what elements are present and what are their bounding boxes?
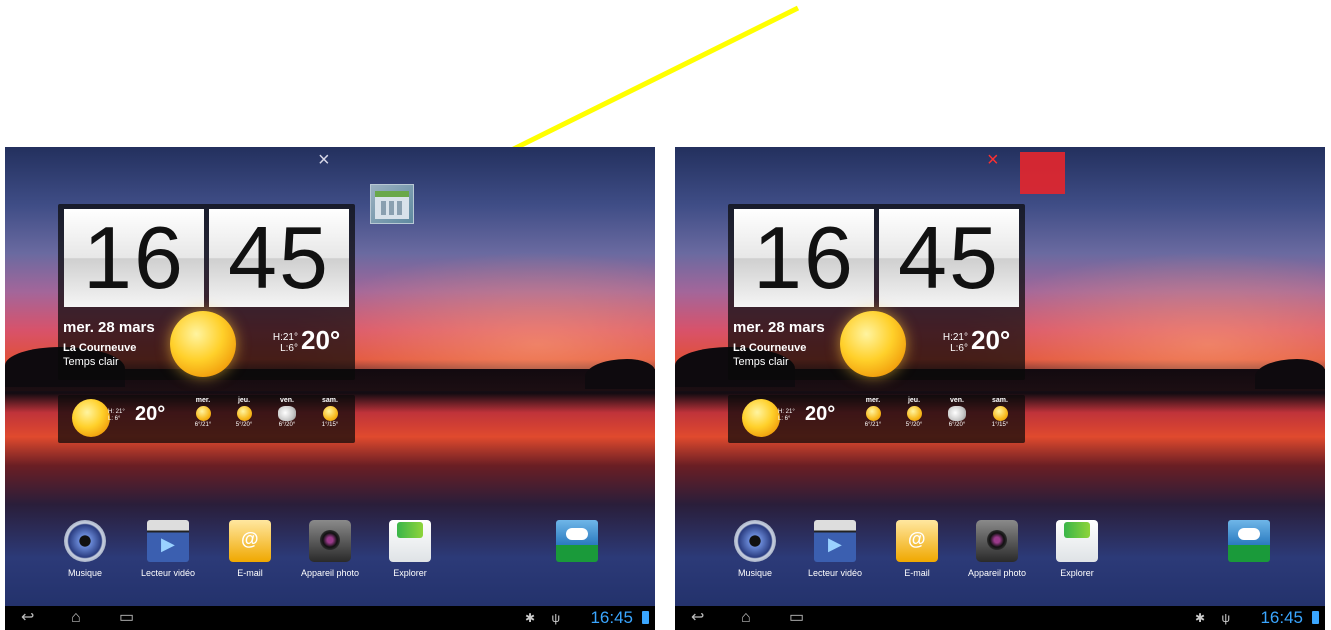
- clock-minute: 45: [879, 209, 1019, 307]
- camera-icon: [976, 520, 1018, 562]
- tablet-screen-before: × 16 45 mer. 28 mars La Courneuve Temps …: [5, 147, 655, 630]
- clock-hour: 16: [734, 209, 874, 307]
- weather-condition: Temps clair: [733, 356, 789, 368]
- back-icon[interactable]: ↩: [691, 608, 704, 628]
- remove-icon[interactable]: ×: [318, 149, 330, 171]
- android-debug-icon: ✱: [1194, 611, 1205, 625]
- recent-apps-icon[interactable]: ▭: [789, 608, 804, 628]
- home-icon[interactable]: ⌂: [741, 608, 751, 628]
- video-player-icon: [814, 520, 856, 562]
- weather-city: La Courneuve: [63, 342, 137, 354]
- video-player-icon: [147, 520, 189, 562]
- email-icon: [896, 520, 938, 562]
- weather-app-icon: [556, 520, 598, 562]
- weather-app-shortcut[interactable]: [1209, 520, 1289, 562]
- dock-app-music[interactable]: Musique: [45, 520, 125, 578]
- sun-icon: [322, 406, 338, 421]
- dock-app-video[interactable]: Lecteur vidéo: [128, 520, 208, 578]
- forecast-day: ven. 6°/20°: [278, 397, 296, 428]
- cloud-icon: [948, 406, 966, 421]
- dock-app-camera[interactable]: Appareil photo: [290, 520, 370, 578]
- weather-date: mer. 28 mars: [63, 319, 155, 336]
- recent-apps-icon[interactable]: ▭: [119, 608, 134, 628]
- back-icon[interactable]: ↩: [21, 608, 34, 628]
- clock-weather-widget[interactable]: 16 45 mer. 28 mars La Courneuve Temps cl…: [728, 204, 1025, 380]
- usb-icon: ψ: [551, 611, 560, 625]
- dragged-calendar-icon[interactable]: [370, 184, 414, 224]
- music-icon: [64, 520, 106, 562]
- dock-app-music[interactable]: Musique: [715, 520, 795, 578]
- system-navigation-bar: ↩ ⌂ ▭ ✱ ψ 16:45: [5, 606, 655, 630]
- dock-app-video[interactable]: Lecteur vidéo: [795, 520, 875, 578]
- forecast-widget[interactable]: H: 21° L: 6° 20° mer. 6°/21° jeu. 5°/20° ve…: [728, 395, 1025, 443]
- explorer-icon: [389, 520, 431, 562]
- high-low: H: 21° L: 6°: [778, 409, 795, 422]
- status-clock: 16:45: [1260, 608, 1303, 627]
- weather-app-icon: [1228, 520, 1270, 562]
- battery-icon: [1312, 611, 1319, 624]
- home-icon[interactable]: ⌂: [71, 608, 81, 628]
- weather-app-shortcut[interactable]: [537, 520, 617, 562]
- forecast-day: sam. 1°/15°: [991, 397, 1009, 428]
- camera-icon: [309, 520, 351, 562]
- sun-icon: [906, 406, 922, 421]
- clock-weather-widget[interactable]: 16 45 mer. 28 mars La Courneuve Temps cl…: [58, 204, 355, 380]
- forecast-day: sam. 1°/15°: [321, 397, 339, 428]
- forecast-day: mer. 6°/21°: [194, 397, 212, 428]
- sun-icon: [865, 406, 881, 421]
- high-low: H: 21° L: 6°: [108, 409, 125, 422]
- status-clock: 16:45: [590, 608, 633, 627]
- explorer-icon: [1056, 520, 1098, 562]
- forecast-temperature: 20°: [135, 403, 166, 425]
- forecast-day: jeu. 5°/20°: [905, 397, 923, 428]
- clock-minute: 45: [209, 209, 349, 307]
- high-low: H:21° L:6°: [272, 332, 298, 354]
- remove-drop-zone[interactable]: [1020, 152, 1065, 194]
- android-debug-icon: ✱: [524, 611, 535, 625]
- sun-icon: [72, 399, 110, 437]
- sun-icon: [742, 399, 780, 437]
- usb-icon: ψ: [1221, 611, 1230, 625]
- weather-city: La Courneuve: [733, 342, 807, 354]
- weather-condition: Temps clair: [63, 356, 119, 368]
- sun-icon: [170, 311, 236, 377]
- forecast-day: mer. 6°/21°: [864, 397, 882, 428]
- battery-icon: [642, 611, 649, 624]
- sun-icon: [992, 406, 1008, 421]
- current-temperature: 20°: [301, 325, 341, 355]
- forecast-day: ven. 6°/20°: [948, 397, 966, 428]
- forecast-day: jeu. 5°/20°: [235, 397, 253, 428]
- dock-app-camera[interactable]: Appareil photo: [957, 520, 1037, 578]
- music-icon: [734, 520, 776, 562]
- system-navigation-bar: ↩ ⌂ ▭ ✱ ψ 16:45: [675, 606, 1325, 630]
- sun-icon: [840, 311, 906, 377]
- dock-app-email[interactable]: E-mail: [210, 520, 290, 578]
- dock-app-explorer[interactable]: Explorer: [1037, 520, 1117, 578]
- forecast-temperature: 20°: [805, 403, 836, 425]
- current-temperature: 20°: [971, 325, 1011, 355]
- clock-hour: 16: [64, 209, 204, 307]
- forecast-widget[interactable]: H: 21° L: 6° 20° mer. 6°/21° jeu. 5°/20° ve…: [58, 395, 355, 443]
- dock-app-explorer[interactable]: Explorer: [370, 520, 450, 578]
- cloud-icon: [278, 406, 296, 421]
- sun-icon: [195, 406, 211, 421]
- remove-icon[interactable]: ×: [987, 149, 999, 171]
- tablet-screen-after: × 16 45 mer. 28 mars La Courneuve Temps …: [675, 147, 1325, 630]
- sun-icon: [236, 406, 252, 421]
- weather-date: mer. 28 mars: [733, 319, 825, 336]
- dock-app-email[interactable]: E-mail: [877, 520, 957, 578]
- high-low: H:21° L:6°: [942, 332, 968, 354]
- email-icon: [229, 520, 271, 562]
